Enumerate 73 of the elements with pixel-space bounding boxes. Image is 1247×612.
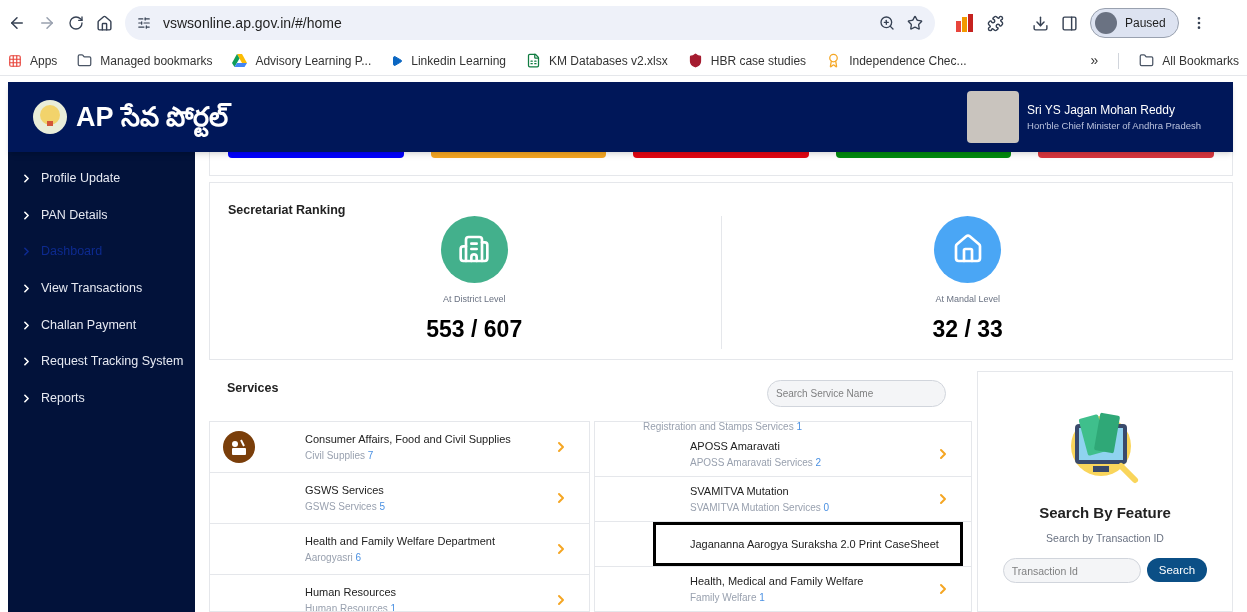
leader-name: Sri YS Jagan Mohan Reddy xyxy=(1027,101,1176,119)
feature-subtitle: Search by Transaction ID xyxy=(1046,530,1164,546)
service-subtitle: Registration and Stamps Services 1 xyxy=(643,422,802,432)
profile-button[interactable]: Paused xyxy=(1090,8,1179,38)
transaction-id-field[interactable]: Transaction Id xyxy=(1002,558,1141,584)
tile-strip[interactable] xyxy=(430,152,607,158)
service-name[interactable]: GSWS Services xyxy=(305,482,550,499)
play-icon xyxy=(391,54,404,67)
service-subtitle: Civil Supplies 7 xyxy=(305,448,375,463)
section-title: Services xyxy=(227,380,279,398)
feature-title: Search By Feature xyxy=(1039,503,1171,523)
service-name[interactable]: Human Resources xyxy=(305,584,550,601)
sidebar-item[interactable]: Reports xyxy=(8,380,195,417)
service-name[interactable]: Health and Family Welfare Department xyxy=(305,533,550,550)
download-icon[interactable] xyxy=(1032,14,1049,32)
bookmark-item[interactable]: Apps xyxy=(8,51,58,70)
forward-icon[interactable] xyxy=(38,14,56,32)
tile-strip[interactable] xyxy=(633,152,809,158)
tile-strip[interactable] xyxy=(228,152,404,158)
groceries-icon xyxy=(223,431,255,463)
tile-strip[interactable] xyxy=(835,152,1012,158)
url-text: vswsonline.ap.gov.in/#/home xyxy=(163,13,343,33)
rank-label: At District Level xyxy=(443,292,506,306)
sidebar-item[interactable]: Request Tracking System xyxy=(8,343,195,381)
bookmark-item[interactable]: Managed bookmarks xyxy=(77,51,213,70)
zoom-icon[interactable] xyxy=(879,15,895,31)
bookmark-item[interactable]: All Bookmarks xyxy=(1139,51,1239,70)
sidebar-item[interactable]: Challan Payment xyxy=(8,306,195,344)
service-name[interactable]: Consumer Affairs, Food and Civil Supplies xyxy=(305,431,550,448)
site-settings-icon[interactable] xyxy=(137,16,151,30)
service-name[interactable]: APOSS Amaravati xyxy=(690,438,932,455)
service-subtitle: APOSS Amaravati Services 2 xyxy=(690,455,823,470)
sidebar-item[interactable]: PAN Details xyxy=(8,196,195,234)
service-name[interactable]: SVAMITVA Mutation xyxy=(690,483,932,500)
service-name[interactable]: Health, Medical and Family Welfare xyxy=(690,573,932,590)
folder-icon xyxy=(77,53,93,68)
address-bar[interactable]: vswsonline.ap.gov.in/#/home xyxy=(125,6,935,40)
spreadsheet-icon xyxy=(526,53,542,68)
emblem-icon xyxy=(32,99,68,135)
apps-grid-icon xyxy=(8,53,22,68)
back-icon[interactable] xyxy=(8,14,26,32)
bookmark-item[interactable]: HBR case studies xyxy=(687,51,807,70)
rank-label: At Mandal Level xyxy=(935,292,1000,306)
bars-extension-icon[interactable] xyxy=(955,13,975,33)
service-subtitle: SVAMITVA Mutation Services 0 xyxy=(690,500,831,515)
bookmark-star-icon[interactable] xyxy=(907,15,923,31)
folder-icon xyxy=(1139,53,1155,68)
home-icon[interactable] xyxy=(96,14,113,32)
bookmark-item[interactable]: Advisory Learning P... xyxy=(232,51,372,70)
extensions-icon[interactable] xyxy=(987,14,1004,32)
reload-icon[interactable] xyxy=(68,15,84,31)
sidebar-item[interactable]: View Transactions xyxy=(8,270,195,307)
service-subtitle: GSWS Services 5 xyxy=(305,499,387,514)
leader-title: Hon'ble Chief Minister of Andhra Pradesh xyxy=(1027,118,1201,133)
search-button[interactable]: Search xyxy=(1146,558,1208,583)
bookmark-item[interactable]: KM Databases v2.xlsx xyxy=(526,51,668,70)
service-subtitle: Family Welfare 1 xyxy=(690,590,766,605)
avatar-icon xyxy=(1095,12,1117,34)
bookmark-item[interactable]: Linkedin Learning xyxy=(391,51,507,70)
bookmark-item[interactable]: Independence Chec... xyxy=(826,51,967,70)
service-subtitle: Aarogyasri 6 xyxy=(305,550,363,565)
tile-strip[interactable] xyxy=(1038,152,1214,158)
more-bookmarks[interactable]: » xyxy=(1090,50,1099,71)
photo-placeholder xyxy=(967,91,1020,143)
service-subtitle: Human Resources 1 xyxy=(305,601,398,611)
rank-value: 32 / 33 xyxy=(932,315,1003,345)
sidebar-item[interactable]: Profile Update xyxy=(8,160,195,197)
triangle-logo-icon xyxy=(232,54,248,67)
rank-value: 553 / 607 xyxy=(426,315,523,345)
shield-icon xyxy=(687,53,703,68)
card-title: Secretariat Ranking xyxy=(228,202,347,219)
search-field[interactable]: Search Service Name xyxy=(767,380,946,407)
side-panel-icon[interactable] xyxy=(1061,14,1078,32)
